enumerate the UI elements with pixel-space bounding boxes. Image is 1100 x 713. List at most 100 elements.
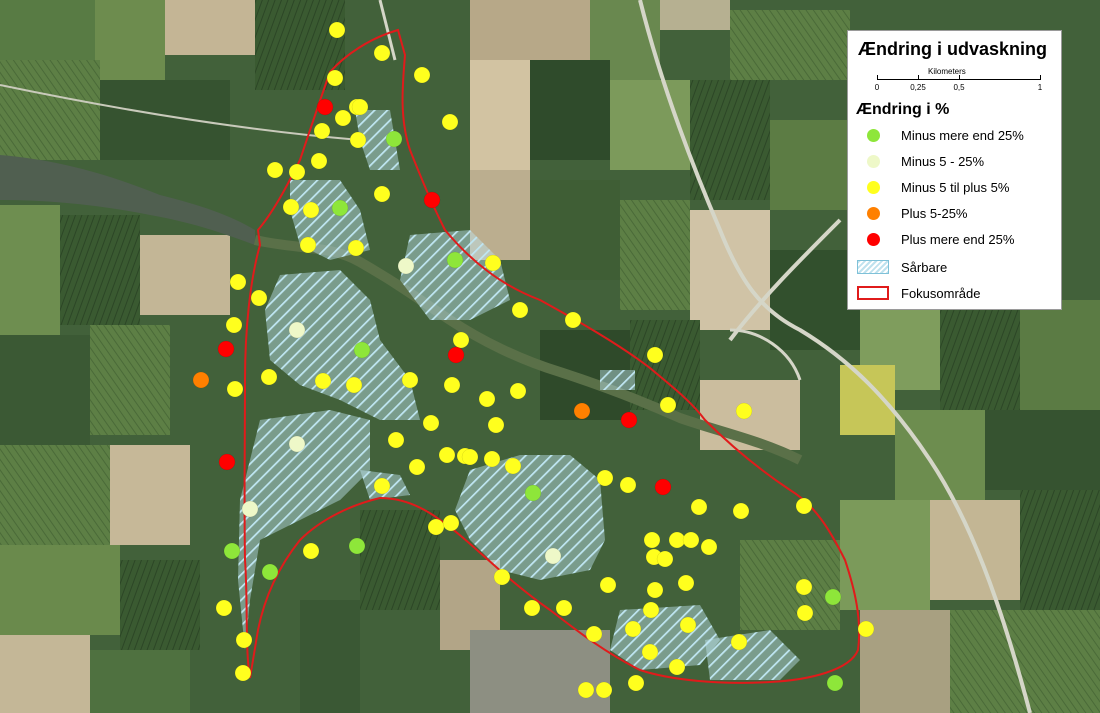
point-neutral xyxy=(857,620,875,638)
legend-item-focus-area: Fokusområde xyxy=(848,282,1061,306)
point-neutral xyxy=(250,289,268,307)
point-neutral xyxy=(422,414,440,432)
scale-tick xyxy=(959,75,960,79)
point-plus-5-25 xyxy=(573,402,591,420)
point-neutral xyxy=(373,44,391,62)
point-neutral xyxy=(349,131,367,149)
point-plus-over-25 xyxy=(316,98,334,116)
point-neutral xyxy=(313,122,331,140)
point-neutral xyxy=(478,390,496,408)
point-minus-over-25 xyxy=(524,484,542,502)
point-plus-over-25 xyxy=(217,340,235,358)
legend-item-minus-over-25: Minus mere end 25% xyxy=(848,124,1061,148)
scale-tick xyxy=(877,75,878,79)
map-legend: Ændring i udvaskning Kilometers 0 0,25 0… xyxy=(847,30,1062,310)
legend-subtitle: Ændring i % xyxy=(856,101,950,118)
legend-title: Ændring i udvaskning xyxy=(858,39,1048,59)
point-neutral xyxy=(509,382,527,400)
point-neutral xyxy=(641,643,659,661)
point-neutral xyxy=(334,109,352,127)
point-neutral xyxy=(599,576,617,594)
point-neutral xyxy=(487,416,505,434)
point-neutral xyxy=(226,380,244,398)
scale-label: 1 xyxy=(1037,83,1043,92)
point-neutral xyxy=(677,574,695,592)
point-neutral xyxy=(387,431,405,449)
legend-dot xyxy=(867,155,880,168)
point-neutral xyxy=(427,518,445,536)
point-neutral xyxy=(288,163,306,181)
point-neutral xyxy=(260,368,278,386)
legend-dot xyxy=(867,129,880,142)
point-neutral xyxy=(438,446,456,464)
legend-item-minus5-plus5: Minus 5 til plus 5% xyxy=(848,176,1061,200)
point-neutral xyxy=(730,633,748,651)
point-minus-over-25 xyxy=(385,130,403,148)
point-neutral xyxy=(555,599,573,617)
hatch-swatch xyxy=(857,260,889,274)
legend-dot xyxy=(867,207,880,220)
point-neutral xyxy=(229,273,247,291)
point-neutral xyxy=(302,542,320,560)
scale-tick xyxy=(1040,75,1041,79)
point-minus-over-25 xyxy=(348,537,366,555)
point-neutral xyxy=(679,616,697,634)
scale-bar xyxy=(877,79,1041,80)
point-neutral xyxy=(577,681,595,699)
point-neutral xyxy=(504,457,522,475)
point-neutral xyxy=(523,599,541,617)
legend-item-plus-over-25: Plus mere end 25% xyxy=(848,228,1061,252)
point-minus-over-25 xyxy=(353,341,371,359)
point-neutral xyxy=(282,198,300,216)
point-plus-over-25 xyxy=(218,453,236,471)
point-neutral xyxy=(310,152,328,170)
point-minus-5-25 xyxy=(241,500,259,518)
point-minus-5-25 xyxy=(397,257,415,275)
point-neutral xyxy=(215,599,233,617)
point-neutral xyxy=(351,98,369,116)
point-neutral xyxy=(484,254,502,272)
point-neutral xyxy=(302,201,320,219)
scale-bar-caption: Kilometers xyxy=(928,67,966,76)
point-neutral xyxy=(627,674,645,692)
point-neutral xyxy=(795,497,813,515)
point-neutral xyxy=(619,476,637,494)
legend-item-label: Minus 5 til plus 5% xyxy=(901,180,1010,195)
point-minus-5-25 xyxy=(544,547,562,565)
point-minus-over-25 xyxy=(824,588,842,606)
point-neutral xyxy=(408,458,426,476)
point-neutral xyxy=(493,568,511,586)
legend-item-label: Minus 5 - 25% xyxy=(901,154,985,169)
point-neutral xyxy=(401,371,419,389)
point-neutral xyxy=(314,372,332,390)
point-neutral xyxy=(345,376,363,394)
point-neutral xyxy=(735,402,753,420)
point-neutral xyxy=(443,376,461,394)
point-neutral xyxy=(328,21,346,39)
point-neutral xyxy=(643,531,661,549)
point-minus-5-25 xyxy=(288,321,306,339)
point-neutral xyxy=(413,66,431,84)
legend-item-plus-5-25: Plus 5-25% xyxy=(848,202,1061,226)
legend-item-label: Fokusområde xyxy=(901,286,981,301)
point-neutral xyxy=(596,469,614,487)
point-minus-over-25 xyxy=(223,542,241,560)
point-neutral xyxy=(373,185,391,203)
point-minus-over-25 xyxy=(446,251,464,269)
point-minus-over-25 xyxy=(331,199,349,217)
outline-swatch xyxy=(857,286,889,300)
point-neutral xyxy=(700,538,718,556)
point-neutral xyxy=(452,331,470,349)
point-neutral xyxy=(564,311,582,329)
point-neutral xyxy=(266,161,284,179)
legend-dot xyxy=(867,233,880,246)
scale-label: 0,5 xyxy=(953,83,965,92)
point-neutral xyxy=(659,396,677,414)
point-neutral xyxy=(511,301,529,319)
scale-tick xyxy=(918,75,919,79)
point-neutral xyxy=(690,498,708,516)
point-neutral xyxy=(656,550,674,568)
point-neutral xyxy=(299,236,317,254)
point-neutral xyxy=(461,448,479,466)
point-minus-5-25 xyxy=(288,435,306,453)
